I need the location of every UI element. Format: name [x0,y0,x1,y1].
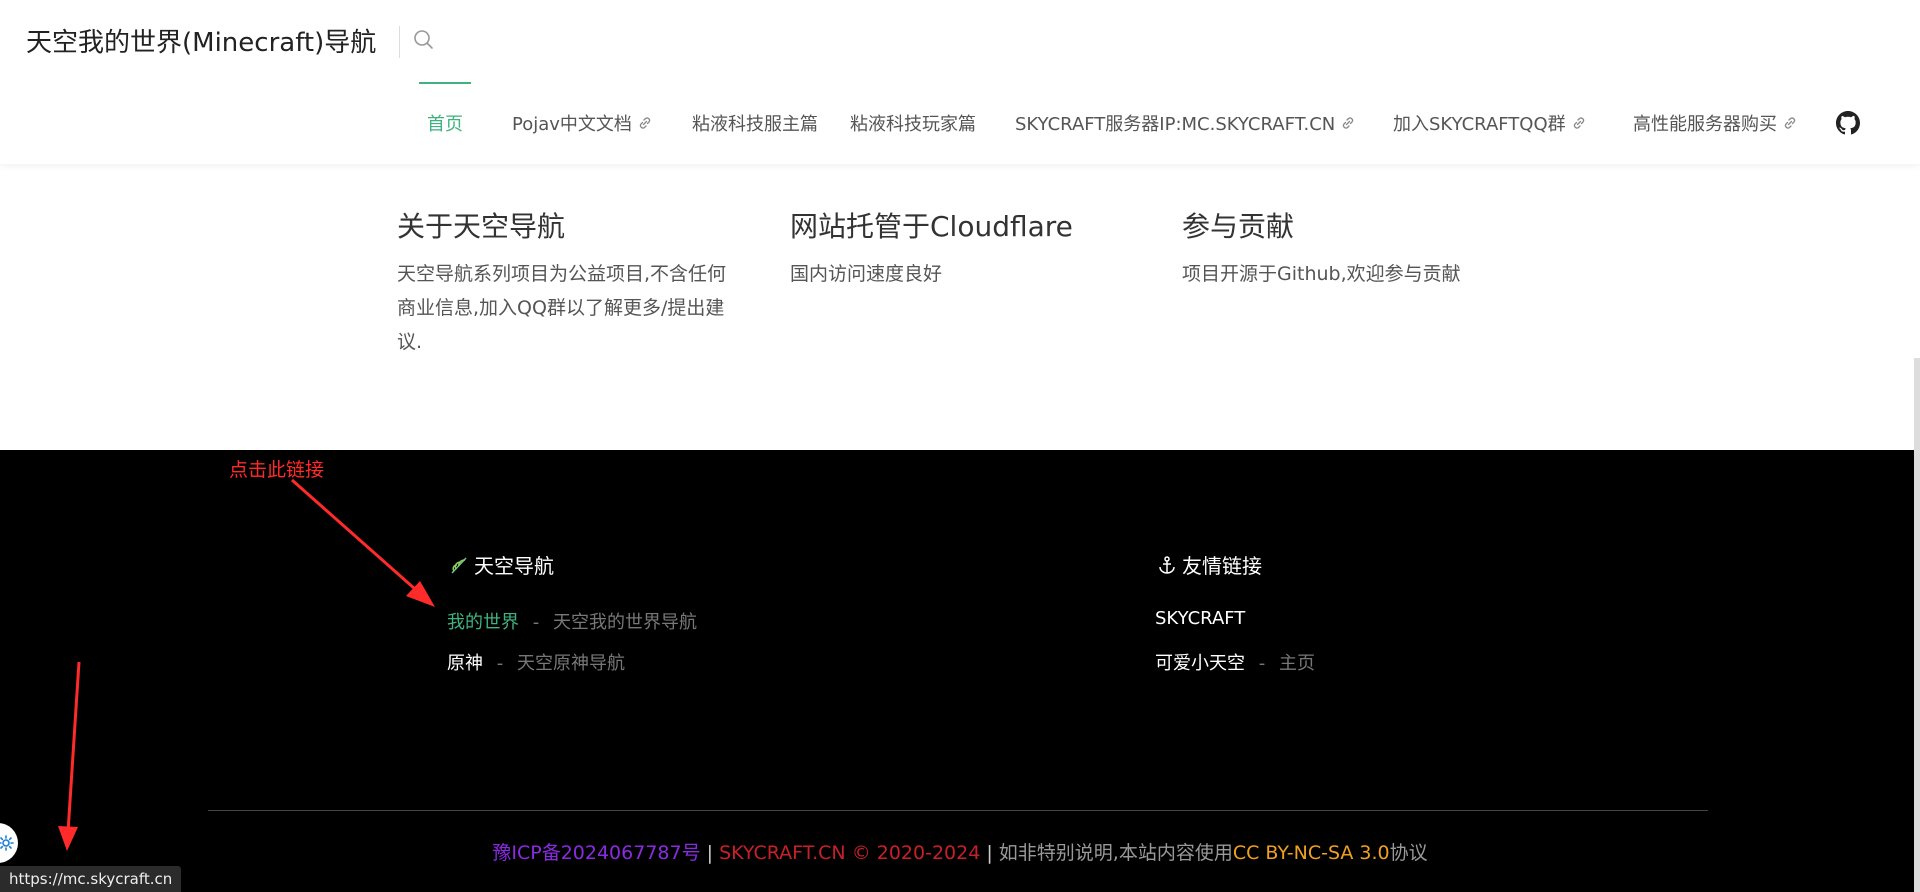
feature-title: 网站托管于Cloudflare [790,210,1073,243]
nav-item-slimefun-player[interactable]: 粘液科技玩家篇 [850,82,976,164]
footer-col-title-label: 天空导航 [474,554,554,578]
feature-title: 关于天空导航 [397,210,566,243]
footer-link-name[interactable]: 可爱小天空 [1155,653,1245,674]
main-nav: 首页 Pojav中文文档 粘液科技服主篇 粘液科技玩家篇 SKYCRAFT服务器… [0,82,1920,164]
about-section: 关于天空导航 天空导航系列项目为公益项目,不含任何商业信息,加入QQ群以了解更多… [0,205,1920,450]
external-link-icon [1343,117,1354,129]
footer-link-cute-sky[interactable]: 可爱小天空 - 主页 [1155,649,1315,675]
feature-contribute: 参与贡献 项目开源于Github,欢迎参与贡献 [1182,205,1542,291]
footer-col-title-friends: 友情链接 [1156,550,1262,579]
search-icon[interactable] [410,26,438,54]
license-link[interactable]: CC BY-NC-SA 3.0 [1233,842,1390,864]
footer-link-desc: 天空我的世界导航 [552,612,697,633]
scrollbar[interactable] [1914,358,1920,892]
nav-item-label: 粘液科技玩家篇 [850,114,976,135]
nav-item-qq-group[interactable]: 加入SKYCRAFTQQ群 [1393,82,1586,164]
footer-link-name[interactable]: 我的世界 [447,612,519,633]
feature-cloudflare: 网站托管于Cloudflare 国内访问速度良好 [790,205,1130,291]
copyright-bar: 豫ICP备2024067787号 | SKYCRAFT.CN © 2020-20… [0,838,1920,865]
nav-item-pojav-docs[interactable]: Pojav中文文档 [512,82,652,164]
title-divider [399,26,400,58]
external-link-icon [1784,117,1796,129]
status-bar-url: https://mc.skycraft.cn [0,866,182,892]
footer-col-title-nav: 天空导航 [448,550,554,579]
footer-link-skycraft[interactable]: SKYCRAFT [1155,608,1245,629]
license-note: 如非特别说明,本站内容使用 [998,842,1233,864]
feature-about: 关于天空导航 天空导航系列项目为公益项目,不含任何商业信息,加入QQ群以了解更多… [397,205,733,359]
site-footer: 天空导航 我的世界 - 天空我的世界导航 原神 - 天空原神导航 友情链接 SK… [0,450,1920,892]
footer-link-desc: 天空原神导航 [516,653,625,674]
site-title[interactable]: 天空我的世界(Minecraft)导航 [26,22,376,59]
icp-link[interactable]: 豫ICP备2024067787号 [492,842,700,864]
anchor-icon [1159,555,1175,574]
feature-desc: 国内访问速度良好 [790,263,943,285]
external-link-icon [1573,117,1584,129]
footer-link-sep: - [532,612,540,633]
feature-title: 参与贡献 [1182,210,1295,243]
github-icon[interactable] [1836,111,1860,135]
nav-item-label: 高性能服务器购买 [1633,114,1777,135]
nav-item-slimefun-server[interactable]: 粘液科技服主篇 [692,82,818,164]
footer-link-sep: - [496,653,504,674]
footer-divider [208,810,1708,811]
footer-col-title-label: 友情链接 [1182,554,1262,578]
nav-item-home[interactable]: 首页 [419,82,471,164]
footer-link-name[interactable]: SKYCRAFT [1155,608,1245,629]
footer-link-minecraft[interactable]: 我的世界 - 天空我的世界导航 [447,608,697,634]
nav-item-label: 加入SKYCRAFTQQ群 [1393,114,1566,135]
feature-desc: 项目开源于Github,欢迎参与贡献 [1182,263,1461,285]
nav-item-label: Pojav中文文档 [512,114,632,135]
copyright-sep: | [700,842,720,864]
nav-item-label: SKYCRAFT服务器IP:MC.SKYCRAFT.CN [1015,114,1336,135]
footer-link-genshin[interactable]: 原神 - 天空原神导航 [447,649,625,675]
external-link-icon [639,117,651,129]
footer-link-name[interactable]: 原神 [447,653,483,674]
annotation-label: 点击此链接 [229,459,325,481]
nav-item-label: 粘液科技服主篇 [692,114,818,135]
leaf-icon [451,556,467,574]
nav-item-skycraft-ip[interactable]: SKYCRAFT服务器IP:MC.SKYCRAFT.CN [1015,82,1355,164]
footer-link-sep: - [1258,653,1266,674]
nav-item-label: 首页 [427,114,463,135]
sun-icon [0,835,14,851]
copyright-sep: | [980,842,999,864]
footer-link-desc: 主页 [1278,653,1315,674]
site-header: 天空我的世界(Minecraft)导航 首页 Pojav中文文档 粘液科技服主篇… [0,0,1920,164]
feature-desc: 天空导航系列项目为公益项目,不含任何商业信息,加入QQ群以了解更多/提出建议. [397,263,727,353]
site-copyright-link[interactable]: SKYCRAFT.CN © 2020-2024 [719,842,980,864]
license-suffix: 协议 [1389,842,1428,864]
nav-item-buy-server[interactable]: 高性能服务器购买 [1633,82,1797,164]
